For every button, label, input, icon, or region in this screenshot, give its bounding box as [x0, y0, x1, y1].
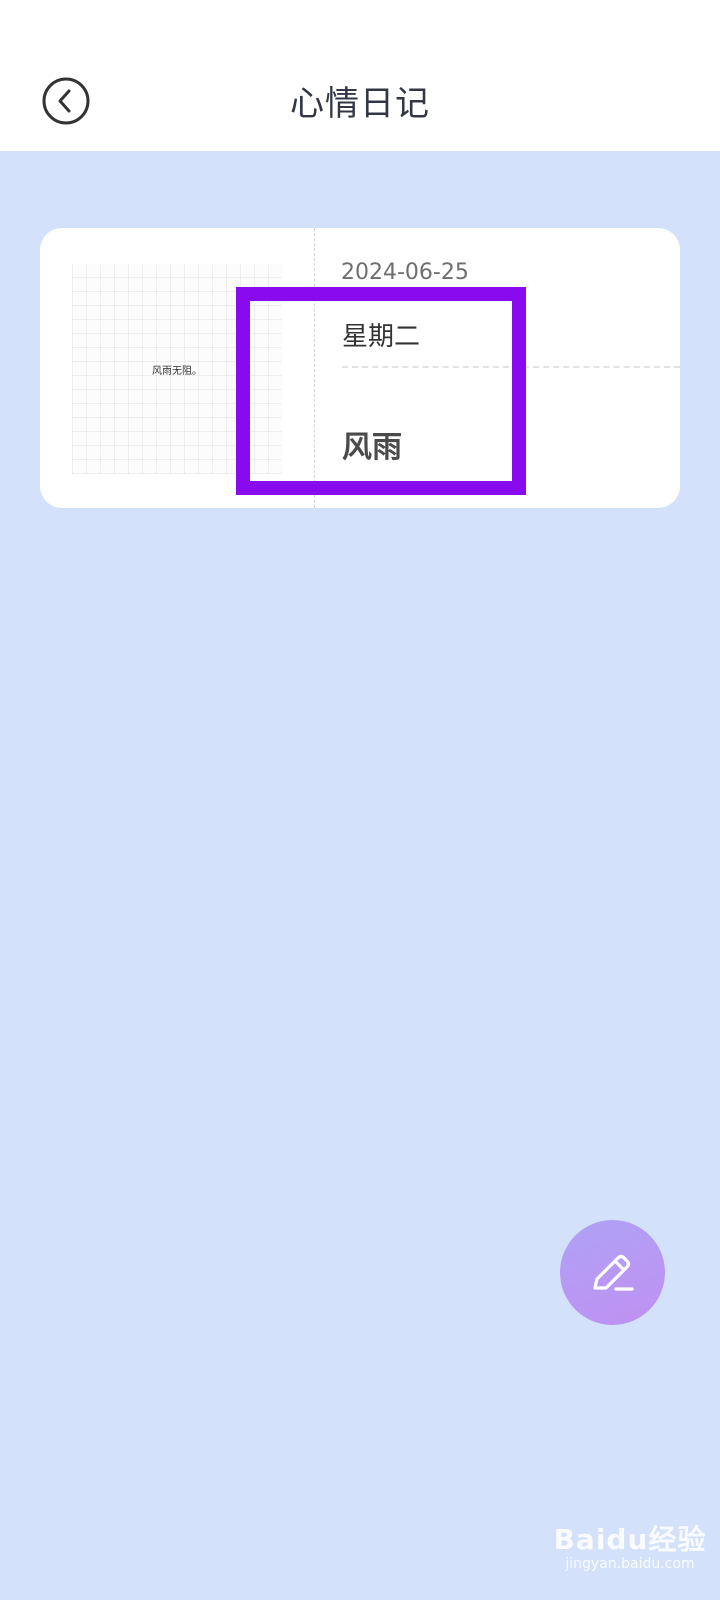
watermark-url: jingyan.baidu.com — [565, 1556, 695, 1572]
baidu-watermark: Baidu经验 jingyan.baidu.com — [550, 1518, 710, 1572]
thumbnail-text: 风雨无阻。 — [152, 366, 202, 377]
horizontal-divider — [342, 366, 680, 368]
vertical-divider — [314, 228, 315, 508]
app-header: 心情日记 — [0, 50, 720, 151]
pencil-edit-icon — [593, 1254, 634, 1291]
watermark-logo: Baidu经验 — [553, 1523, 707, 1556]
diary-entry-card[interactable]: 风雨无阻。 2024-06-25 星期二 风雨 — [40, 228, 680, 508]
entry-weekday: 星期二 — [342, 322, 421, 352]
diary-thumbnail: 风雨无阻。 — [72, 264, 282, 474]
status-bar — [0, 0, 720, 50]
entry-weather: 风雨 — [342, 430, 402, 465]
page-title: 心情日记 — [290, 84, 430, 124]
write-diary-button[interactable] — [560, 1220, 665, 1325]
entry-date: 2024-06-25 — [341, 260, 469, 285]
